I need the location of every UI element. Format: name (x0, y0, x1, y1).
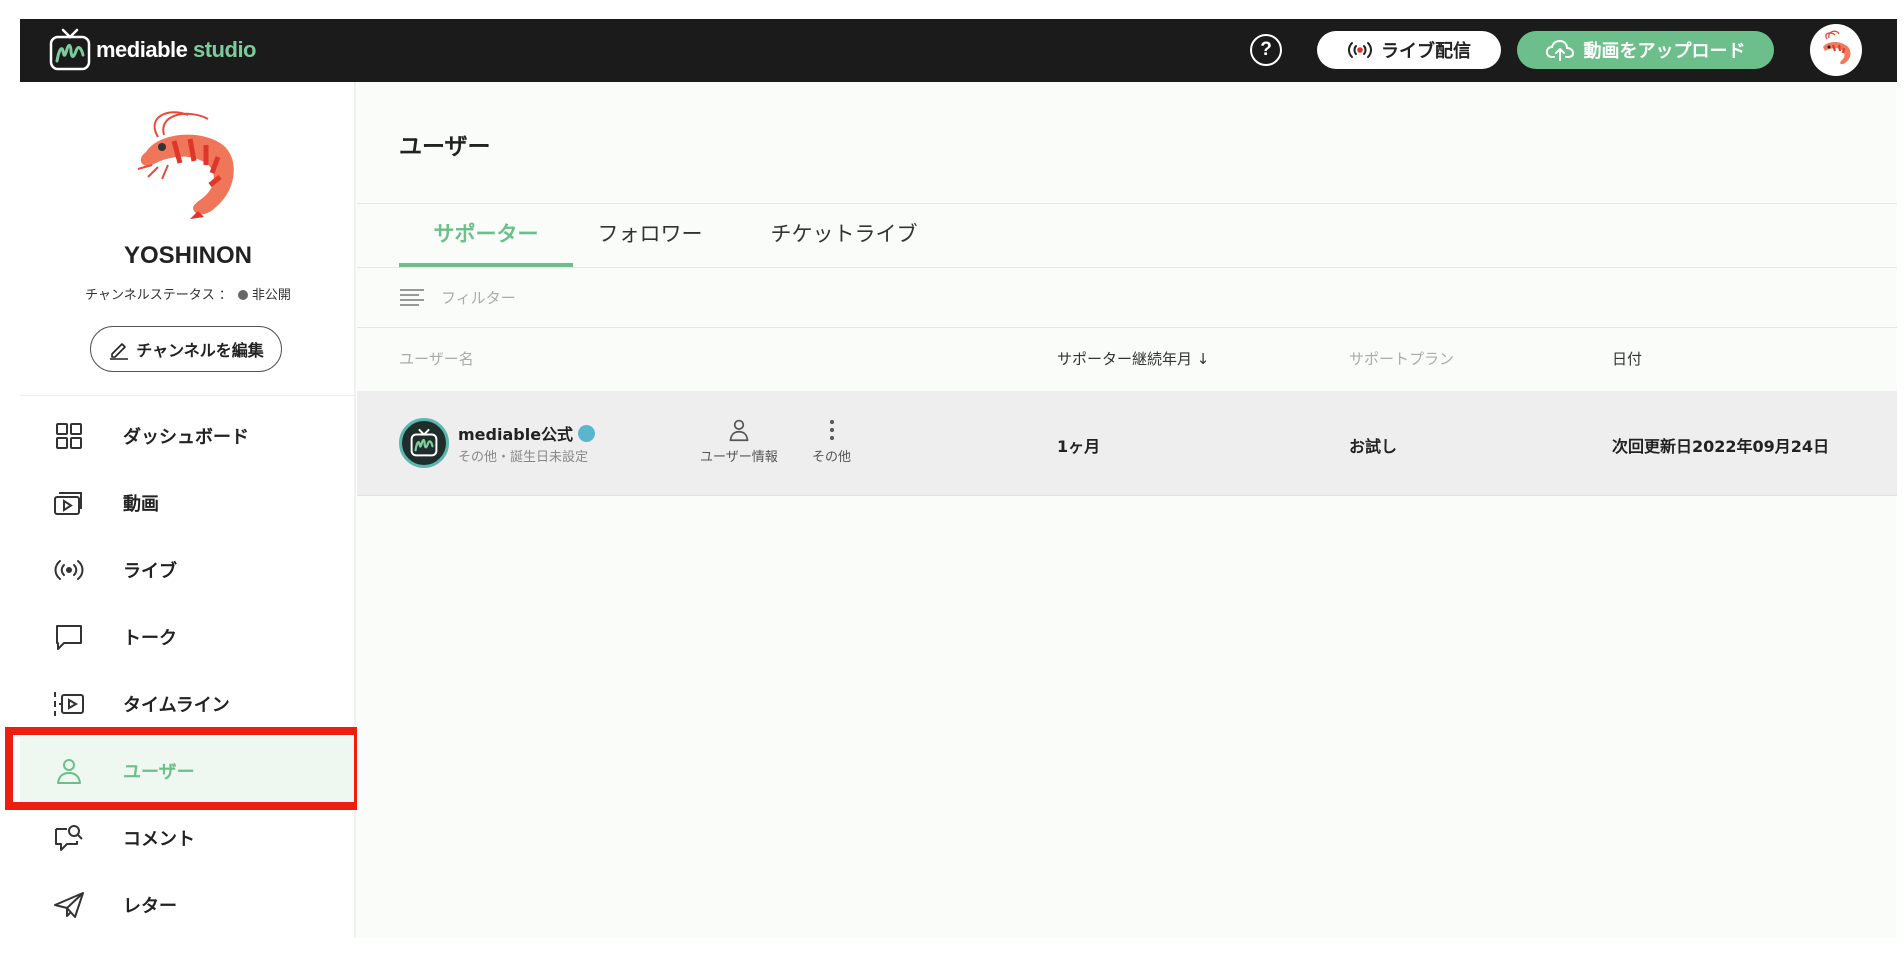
user-info-label: ユーザー情報 (700, 450, 778, 465)
talk-icon (52, 620, 86, 654)
video-icon (52, 486, 86, 520)
main-content: ユーザー サポーター フォロワー チケットライブ フィルター ユーザー名 サポー… (357, 82, 1897, 938)
sidebar-item-label: ライブ (123, 560, 177, 582)
column-header-support-duration-label: サポーター継続年月 (1057, 350, 1193, 368)
sidebar-item-label: ダッシュボード (123, 426, 249, 448)
upload-video-label: 動画をアップロード (1583, 41, 1746, 62)
sidebar-item-letter[interactable]: レター (20, 871, 354, 938)
highlight-annotation (5, 727, 362, 810)
filter-lines-icon (400, 288, 424, 306)
sidebar-item-video[interactable]: 動画 (20, 469, 354, 536)
filter-label: フィルター (441, 289, 516, 307)
cloud-upload-icon (1545, 39, 1574, 61)
channel-status-value: 非公開 (251, 288, 291, 303)
tv-logo-icon (49, 28, 91, 71)
sidebar-item-talk[interactable]: トーク (20, 603, 354, 670)
column-header-support-plan: サポートプラン (1349, 350, 1455, 368)
sidebar-item-label: タイムライン (123, 694, 230, 716)
user-avatar[interactable] (399, 418, 449, 468)
edit-channel-button[interactable]: チャンネルを編集 (90, 326, 282, 372)
sidebar-item-label: レター (123, 895, 177, 917)
shrimp-avatar-icon (1823, 30, 1851, 65)
channel-status: チャンネルステータス ： 非公開 (20, 284, 356, 303)
table-row[interactable]: mediable公式 その他・誕生日未設定 ユーザー情報 その他 1ヶ月 お試し… (357, 391, 1897, 496)
support-duration-cell: 1ヶ月 (1057, 437, 1101, 456)
help-button[interactable]: ? (1250, 34, 1282, 66)
column-header-date: 日付 (1612, 350, 1643, 368)
support-plan-cell: お試し (1349, 437, 1398, 456)
tab-ticket-live[interactable]: チケットライブ (769, 218, 919, 258)
user-info-icon (729, 419, 749, 442)
tabs-divider (357, 267, 1897, 268)
status-dot (237, 290, 248, 300)
sidebar-item-dashboard[interactable]: ダッシュボード (20, 402, 354, 469)
channel-status-label: チャンネルステータス ： (85, 288, 232, 303)
live-broadcast-label: ライブ配信 (1381, 41, 1471, 62)
date-cell: 次回更新日2022年09月24日 (1612, 437, 1830, 456)
pencil-icon (110, 343, 129, 360)
comment-icon (52, 821, 86, 855)
column-header-username: ユーザー名 (399, 350, 474, 368)
sidebar-item-label: コメント (123, 828, 195, 850)
sidebar-item-label: トーク (123, 627, 177, 649)
account-avatar[interactable] (1810, 24, 1862, 76)
tab-supporter[interactable]: サポーター (399, 218, 573, 258)
more-options-button[interactable]: その他 (812, 418, 851, 465)
title-divider (357, 203, 1897, 204)
official-badge-icon (578, 424, 596, 442)
tab-follower[interactable]: フォロワー (595, 218, 705, 258)
channel-name: YOSHINON (123, 242, 252, 269)
user-name-text: mediable公式 (458, 425, 574, 444)
user-name[interactable]: mediable公式 (458, 421, 596, 445)
filter-button[interactable]: フィルター (399, 287, 516, 308)
top-bar: mediable studio ? ライブ配信 動画をアップロード (20, 19, 1897, 82)
upload-video-button[interactable]: 動画をアップロード (1517, 31, 1774, 69)
column-header-support-duration[interactable]: サポーター継続年月 ↓ (1057, 348, 1209, 369)
more-options-label: その他 (812, 450, 852, 465)
timeline-icon (52, 687, 86, 721)
help-icon: ? (1260, 39, 1272, 60)
sidebar-item-comment[interactable]: コメント (20, 804, 354, 871)
broadcast-icon (1348, 42, 1372, 58)
live-broadcast-button[interactable]: ライブ配信 (1317, 31, 1501, 69)
page-title: ユーザー (399, 134, 491, 160)
user-subinfo: その他・誕生日未設定 (458, 450, 589, 465)
channel-avatar (137, 111, 234, 219)
sidebar-item-label: 動画 (123, 493, 159, 515)
sidebar-divider (20, 395, 354, 396)
user-info-button[interactable]: ユーザー情報 (700, 418, 778, 465)
logo-wordmark: mediable studio (96, 37, 257, 62)
letter-icon (52, 888, 86, 922)
sidebar-item-live[interactable]: ライブ (20, 536, 354, 603)
mediable-studio-logo[interactable]: mediable studio (48, 27, 257, 73)
live-icon (52, 553, 86, 587)
mediable-tv-icon (410, 428, 438, 457)
dashboard-icon (52, 419, 86, 453)
sort-down-icon: ↓ (1196, 350, 1210, 368)
filter-divider (357, 327, 1897, 328)
more-vertical-icon (829, 420, 834, 440)
edit-channel-label: チャンネルを編集 (136, 341, 264, 360)
